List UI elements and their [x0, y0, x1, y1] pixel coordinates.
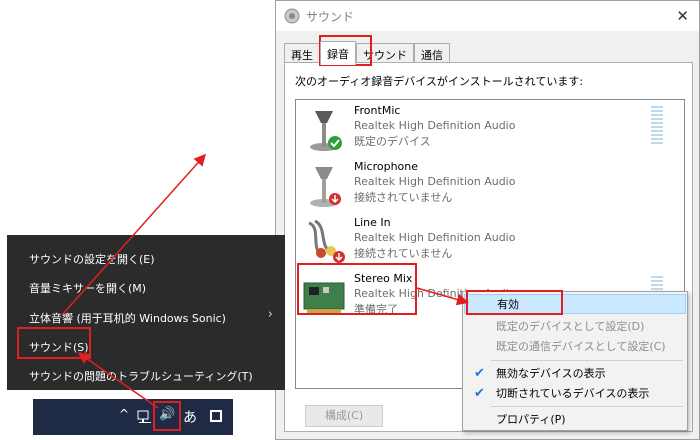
tab-recording[interactable]: 録音 [320, 41, 356, 65]
annotation-arrows [61, 153, 469, 409]
arrow-to-sounds-item [77, 352, 159, 409]
arrow-to-enable [416, 287, 469, 306]
arrow-to-dialog [61, 153, 206, 316]
